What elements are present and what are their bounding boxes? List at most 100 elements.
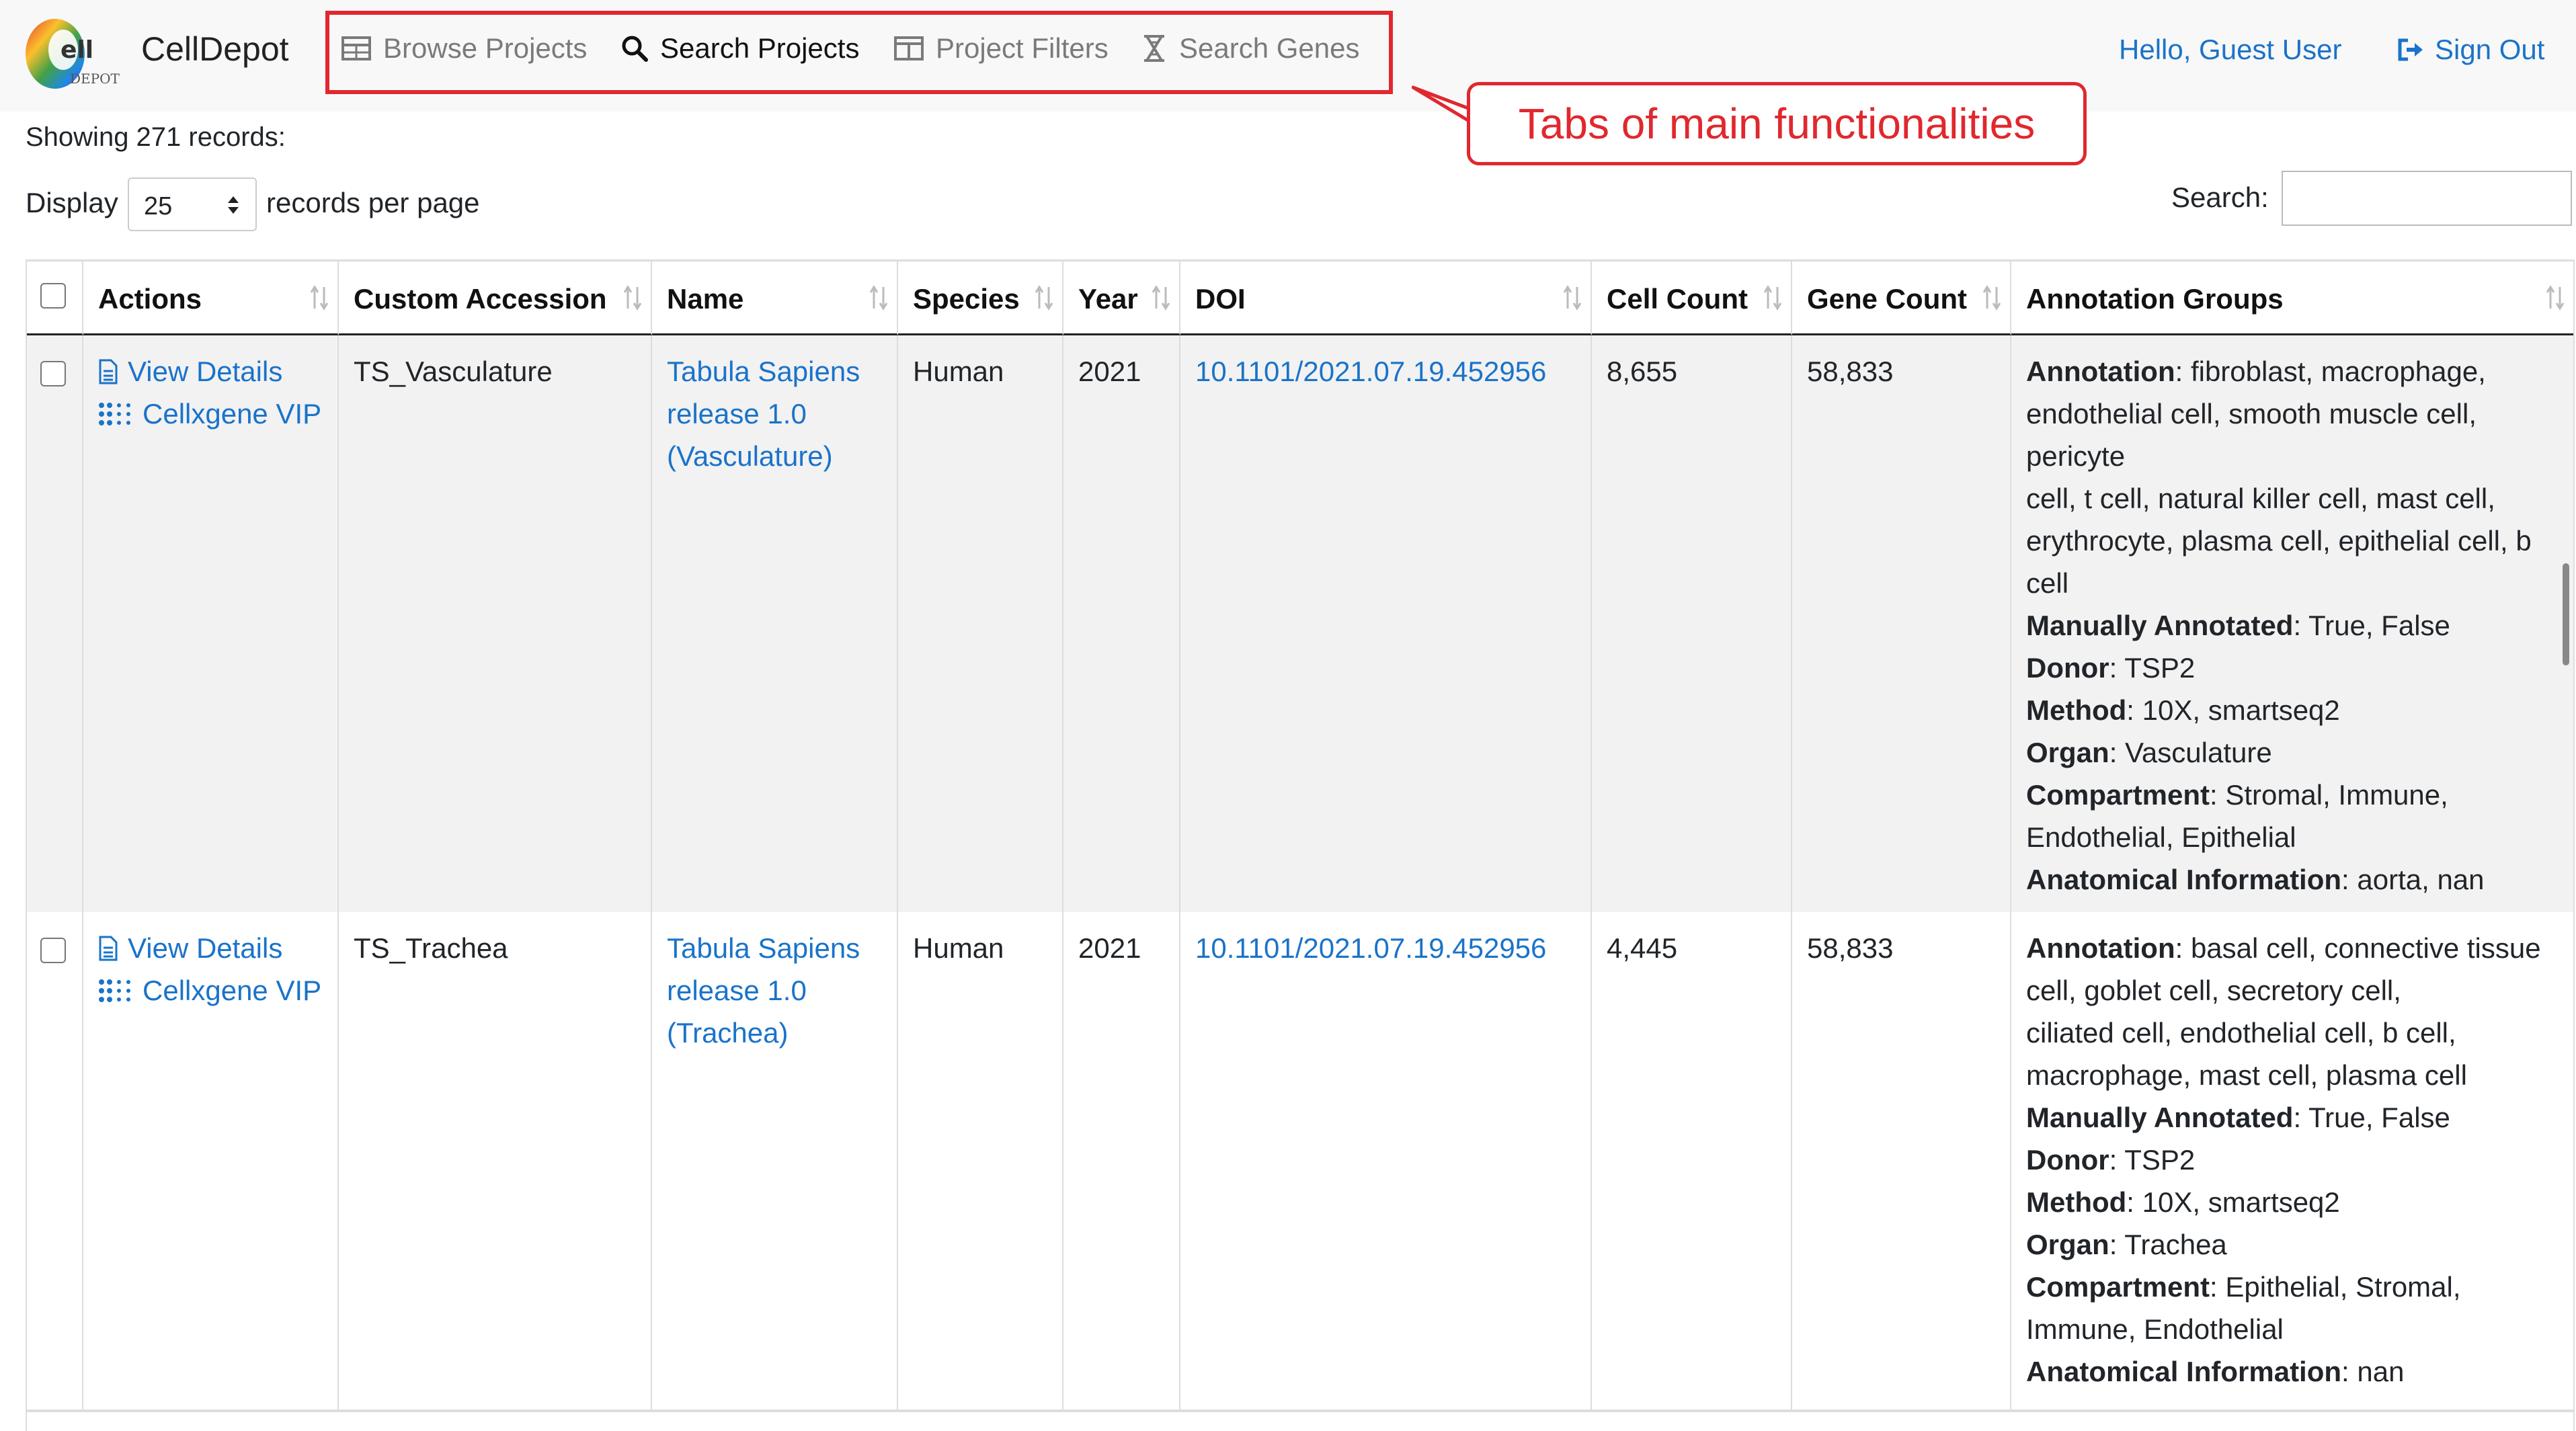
annotation-key: Manually Annotated [2026, 1102, 2294, 1133]
scrollbar-thumb[interactable] [2563, 563, 2569, 665]
header-label: Cell Count [1607, 283, 1748, 315]
annotation-line: Compartment: Epithelial, Stromal, [2026, 1266, 2573, 1308]
cell-count-cell: 8,655 [1592, 335, 1792, 912]
annotation-callout: Tabs of main functionalities [1467, 82, 2087, 165]
doi-link[interactable]: 10.1101/2021.07.19.452956 [1180, 912, 1592, 1409]
doi-link[interactable]: 10.1101/2021.07.19.452956 [1180, 335, 1592, 912]
header-label: Annotation Groups [2026, 283, 2284, 315]
annotation-value: : Epithelial, Stromal, [2210, 1271, 2461, 1303]
header-label: Year [1078, 283, 1138, 315]
search-input[interactable] [2282, 171, 2572, 226]
annotation-value: : True, False [2293, 610, 2450, 641]
project-name-link[interactable]: Tabula Sapiens release 1.0 (Vasculature) [652, 335, 898, 912]
year-cell: 2021 [1063, 335, 1180, 912]
annotation-value: : TSP2 [2109, 652, 2196, 684]
dot-grid-icon [99, 402, 130, 425]
select-all-checkbox[interactable] [40, 283, 66, 309]
annotation-value: : aorta, nan [2341, 864, 2485, 895]
column-header-species[interactable]: Species [898, 261, 1063, 335]
cell-count-cell: 4,445 [1592, 912, 1792, 1409]
sort-icon [1982, 285, 2001, 311]
annotation-groups-cell: Annotation: fibroblast, macrophage, endo… [2011, 335, 2573, 912]
projects-table: Actions Custom Accession Name Species Ye… [26, 259, 2575, 1431]
cellxgene-vip-label: Cellxgene VIP [143, 975, 322, 1006]
annotation-line: Annotation: basal cell, connective tissu… [2026, 927, 2573, 969]
document-icon [99, 359, 118, 384]
annotation-key: Anatomical Information [2026, 1356, 2342, 1387]
project-name-line: (Trachea) [667, 1017, 789, 1049]
annotation-line: erythrocyte, plasma cell, epithelial cel… [2026, 525, 2532, 557]
tab-search-projects[interactable]: Search Projects [621, 32, 859, 65]
page-size-select[interactable]: 25 [128, 177, 257, 231]
annotation-line: cell, t cell, natural killer cell, mast … [2026, 483, 2495, 514]
project-name-line: release 1.0 [667, 398, 807, 430]
project-name-line: release 1.0 [667, 975, 807, 1006]
header-label: Name [667, 283, 744, 315]
annotation-key: Anatomical Information [2026, 864, 2342, 895]
column-header-year[interactable]: Year [1063, 261, 1180, 335]
svg-text:ell: ell [61, 36, 93, 64]
tab-label: Browse Projects [383, 32, 588, 64]
dot-grid-icon [99, 979, 130, 1002]
view-details-link[interactable]: View Details [98, 350, 337, 393]
row-checkbox[interactable] [40, 938, 66, 963]
annotation-key: Donor [2026, 1144, 2109, 1176]
column-header-gene-count[interactable]: Gene Count [1792, 261, 2011, 335]
annotation-line: endothelial cell, smooth muscle cell, [2026, 398, 2477, 430]
sign-out-icon [2398, 38, 2423, 61]
sign-out-link[interactable]: Sign Out [2397, 34, 2544, 66]
navbar: ell DEPOT CellDepot Browse Projects Sear… [0, 0, 2576, 112]
tab-browse-projects[interactable]: Browse Projects [341, 32, 587, 65]
column-header-doi[interactable]: DOI [1180, 261, 1592, 335]
annotation-value: : fibroblast, macrophage, [2175, 356, 2486, 387]
celldepot-logo[interactable]: ell DEPOT [23, 16, 130, 91]
annotation-key: Compartment [2026, 779, 2210, 811]
hourglass-icon [1144, 35, 1164, 62]
annotation-value: : True, False [2293, 1102, 2450, 1133]
search-label: Search: [2171, 181, 2269, 213]
project-name-link[interactable]: Tabula Sapiens release 1.0 (Trachea) [652, 912, 898, 1409]
annotation-line: Manually Annotated: True, False [2026, 1096, 2573, 1139]
brand-name[interactable]: CellDepot [141, 30, 289, 69]
annotation-key: Organ [2026, 737, 2109, 768]
annotation-key: Compartment [2026, 1271, 2210, 1303]
annotation-value: : Trachea [2109, 1229, 2227, 1260]
row-checkbox[interactable] [40, 361, 66, 386]
select-caret-icon [228, 196, 239, 214]
svg-text:DEPOT: DEPOT [70, 71, 120, 87]
annotation-line: Donor: TSP2 [2026, 1139, 2573, 1181]
column-header-cell-count[interactable]: Cell Count [1592, 261, 1792, 335]
annotation-line: Anatomical Information: nan [2026, 1350, 2573, 1393]
annotation-line: Anatomical Information: aorta, nan [2026, 858, 2573, 901]
display-label: Display [26, 187, 118, 218]
accession-cell: TS_Trachea [339, 912, 652, 1409]
per-page-label: records per page [266, 187, 480, 218]
cellxgene-vip-link[interactable]: Cellxgene VIP [98, 969, 337, 1012]
annotation-value: : Stromal, Immune, [2210, 779, 2448, 811]
tab-search-genes[interactable]: Search Genes [1141, 32, 1360, 65]
column-header-name[interactable]: Name [652, 261, 898, 335]
cellxgene-vip-link[interactable]: Cellxgene VIP [98, 393, 337, 435]
annotation-line: Method: 10X, smartseq2 [2026, 1181, 2573, 1223]
sort-icon [1152, 285, 1170, 311]
sign-out-label: Sign Out [2435, 34, 2545, 65]
column-header-annotation-groups[interactable]: Annotation Groups [2011, 261, 2573, 335]
accession-cell: TS_Vasculature [339, 335, 652, 912]
table-row: View Details Cellxgene VIP TS_Vasculatur… [27, 335, 2573, 913]
view-details-label: View Details [128, 932, 283, 964]
header-label: Custom Accession [354, 283, 607, 315]
column-header-custom-accession[interactable]: Custom Accession [339, 261, 652, 335]
column-header-actions[interactable]: Actions [83, 261, 339, 335]
sort-icon [623, 285, 642, 311]
annotation-key: Annotation [2026, 932, 2175, 964]
annotation-key: Donor [2026, 652, 2109, 684]
user-greeting-link[interactable]: Hello, Guest User [2119, 34, 2341, 66]
search-icon [622, 36, 648, 62]
row-select-cell [27, 335, 83, 912]
tab-project-filters[interactable]: Project Filters [894, 32, 1109, 65]
annotation-line: Donor: TSP2 [2026, 647, 2573, 689]
row-select-cell [27, 912, 83, 1409]
view-details-link[interactable]: View Details [98, 927, 337, 969]
cellxgene-vip-label: Cellxgene VIP [143, 398, 322, 430]
annotation-line: Compartment: Stromal, Immune, [2026, 774, 2573, 816]
